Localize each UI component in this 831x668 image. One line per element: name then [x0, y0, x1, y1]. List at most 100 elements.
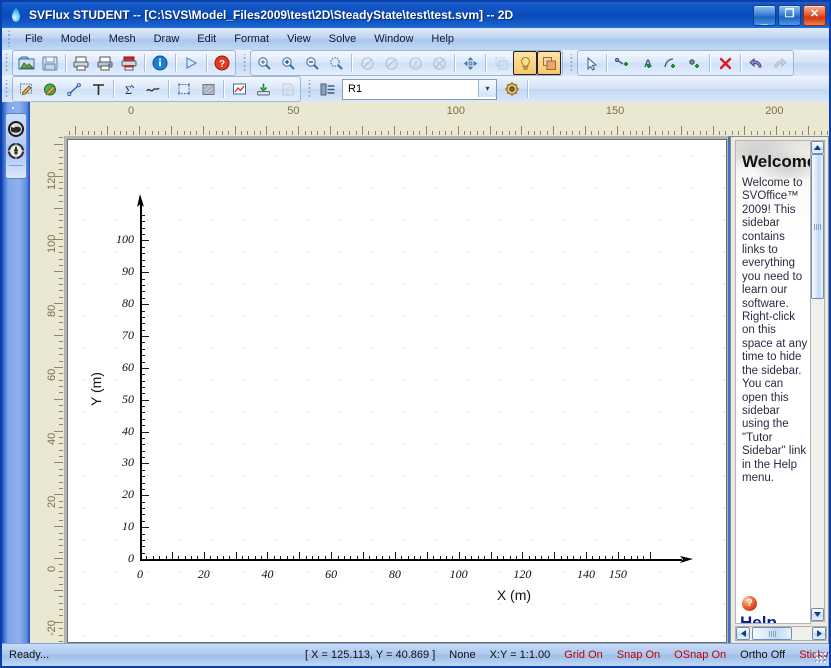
zoom-window-icon[interactable] [252, 51, 276, 75]
status-grid-toggle[interactable]: Grid On [557, 646, 610, 664]
zoom-extents-icon[interactable] [324, 51, 348, 75]
material-properties-icon[interactable] [38, 77, 62, 101]
region-select[interactable]: R1 ▾ [342, 78, 497, 100]
model-explorer-icon[interactable] [6, 119, 26, 139]
compass-orientation-icon[interactable] [6, 141, 26, 161]
add-node-icon[interactable] [682, 51, 706, 75]
print-preview-icon[interactable] [117, 51, 141, 75]
mesh-fill-icon[interactable] [196, 77, 220, 101]
mesh-region-icon[interactable] [172, 77, 196, 101]
initial-conditions-icon[interactable] [86, 77, 110, 101]
status-snap-toggle[interactable]: Snap On [610, 646, 667, 664]
menu-item-window[interactable]: Window [365, 30, 422, 48]
scroll-down-button[interactable] [811, 608, 824, 621]
zoom-previous-icon[interactable] [355, 51, 379, 75]
light-toggle-icon[interactable] [513, 51, 537, 75]
toolbar-gripper-model[interactable] [3, 80, 10, 98]
sidebar-title: Welcome [742, 152, 811, 171]
menu-item-file[interactable]: File [16, 30, 52, 48]
left-dock-panel [5, 113, 27, 179]
water-table-icon[interactable] [141, 77, 165, 101]
status-bar: Ready... [ X = 125.113, Y = 40.869 ] Non… [2, 643, 829, 666]
save-icon[interactable] [38, 51, 62, 75]
help-question-icon[interactable]: ? [742, 596, 757, 611]
sidebar-help-link[interactable]: Help [740, 613, 777, 623]
add-arc-icon[interactable] [658, 51, 682, 75]
plot-results-icon[interactable] [227, 77, 251, 101]
drawing-area-frame: 0 20 40 60 80 100 120 140 150 0 10 20 30 40 50 60 70 80 90… [64, 136, 728, 644]
toolbar-separator [144, 54, 145, 72]
left-dock [2, 102, 30, 644]
shade-toggle-icon[interactable] [537, 51, 561, 75]
export-download-icon[interactable] [251, 77, 275, 101]
menu-item-view[interactable]: View [278, 30, 320, 48]
toolbar-gripper-standard[interactable] [3, 54, 10, 72]
sidebar-hscroll-thumb[interactable] [752, 627, 792, 640]
menu-item-help[interactable]: Help [422, 30, 463, 48]
maximize-button[interactable]: ❐ [778, 5, 801, 26]
zoom-scale-icon[interactable]: Z [403, 51, 427, 75]
toolbar-separator [454, 54, 455, 72]
open-file-icon[interactable] [14, 51, 38, 75]
zoom-out-icon[interactable] [300, 51, 324, 75]
status-ortho-toggle[interactable]: Ortho Off [733, 646, 792, 664]
resize-grip[interactable] [814, 651, 827, 664]
menu-item-mesh[interactable]: Mesh [100, 30, 145, 48]
toolbar-separator [606, 54, 607, 72]
water-drop-icon [7, 6, 25, 24]
toolbar-draw: A [577, 50, 794, 76]
toolbar-separator [175, 54, 176, 72]
run-solve-icon[interactable] [179, 51, 203, 75]
zoom-next-icon[interactable] [379, 51, 403, 75]
sidebar-horizontal-scrollbar[interactable] [735, 626, 827, 641]
toolbar-separator [740, 54, 741, 72]
undo-icon[interactable] [744, 51, 768, 75]
status-osnap-toggle[interactable]: OSnap On [667, 646, 733, 664]
scroll-thumb-grip [814, 223, 821, 230]
add-label-icon[interactable]: A [634, 51, 658, 75]
menu-item-model[interactable]: Model [52, 30, 100, 48]
menu-bar: File Model Mesh Draw Edit Format View So… [2, 28, 829, 51]
region-settings-icon[interactable] [500, 77, 524, 101]
menu-item-draw[interactable]: Draw [145, 30, 189, 48]
menu-item-edit[interactable]: Edit [188, 30, 225, 48]
menu-item-solve[interactable]: Solve [320, 30, 366, 48]
print-setup-icon[interactable] [93, 51, 117, 75]
add-point-icon[interactable] [610, 51, 634, 75]
application-window: SVFlux STUDENT -- [C:\SVS\Model_Files200… [0, 0, 831, 668]
report-icon[interactable] [275, 77, 299, 101]
scroll-up-button[interactable] [811, 141, 824, 154]
region-properties-icon[interactable] [14, 77, 38, 101]
boundary-conditions-icon[interactable] [62, 77, 86, 101]
menu-gripper[interactable] [5, 31, 13, 47]
select-arrow-icon[interactable] [579, 51, 603, 75]
chevron-down-icon[interactable]: ▾ [478, 79, 496, 97]
zoom-all-icon[interactable] [427, 51, 451, 75]
scroll-right-button[interactable] [812, 627, 826, 640]
delete-icon[interactable] [713, 51, 737, 75]
region-list-icon[interactable] [316, 77, 340, 101]
model-canvas[interactable]: 0 20 40 60 80 100 120 140 150 0 10 20 30 40 50 60 70 80 90… [67, 139, 727, 643]
close-button[interactable]: ✕ [803, 5, 826, 26]
help-question-icon[interactable]: ? [210, 51, 234, 75]
pan-move-icon[interactable] [458, 51, 482, 75]
toolbar-gripper-draw[interactable] [568, 54, 575, 72]
toolbar-gripper-region[interactable] [306, 80, 313, 98]
flux-section-icon[interactable]: Σ [117, 77, 141, 101]
sidebar-vertical-scrollbar[interactable] [810, 140, 825, 622]
print-icon[interactable] [69, 51, 93, 75]
menu-item-format[interactable]: Format [225, 30, 278, 48]
sidebar-scroll-thumb[interactable] [811, 154, 824, 299]
left-dock-gripper[interactable] [2, 104, 30, 112]
minimize-button[interactable]: _ [753, 5, 776, 26]
horizontal-ruler[interactable]: 0 50 100 150 200 [64, 102, 829, 137]
toolbar-separator [206, 54, 207, 72]
zoom-in-icon[interactable] [276, 51, 300, 75]
scroll-left-button[interactable] [736, 627, 750, 640]
toolbar-gripper-zoom[interactable] [241, 54, 248, 72]
redraw-icon[interactable] [489, 51, 513, 75]
vertical-ruler[interactable]: -20 0 20 40 60 80 100 120 [30, 136, 65, 644]
about-info-icon[interactable] [148, 51, 172, 75]
redo-icon[interactable] [768, 51, 792, 75]
ruler-corner [30, 102, 65, 137]
